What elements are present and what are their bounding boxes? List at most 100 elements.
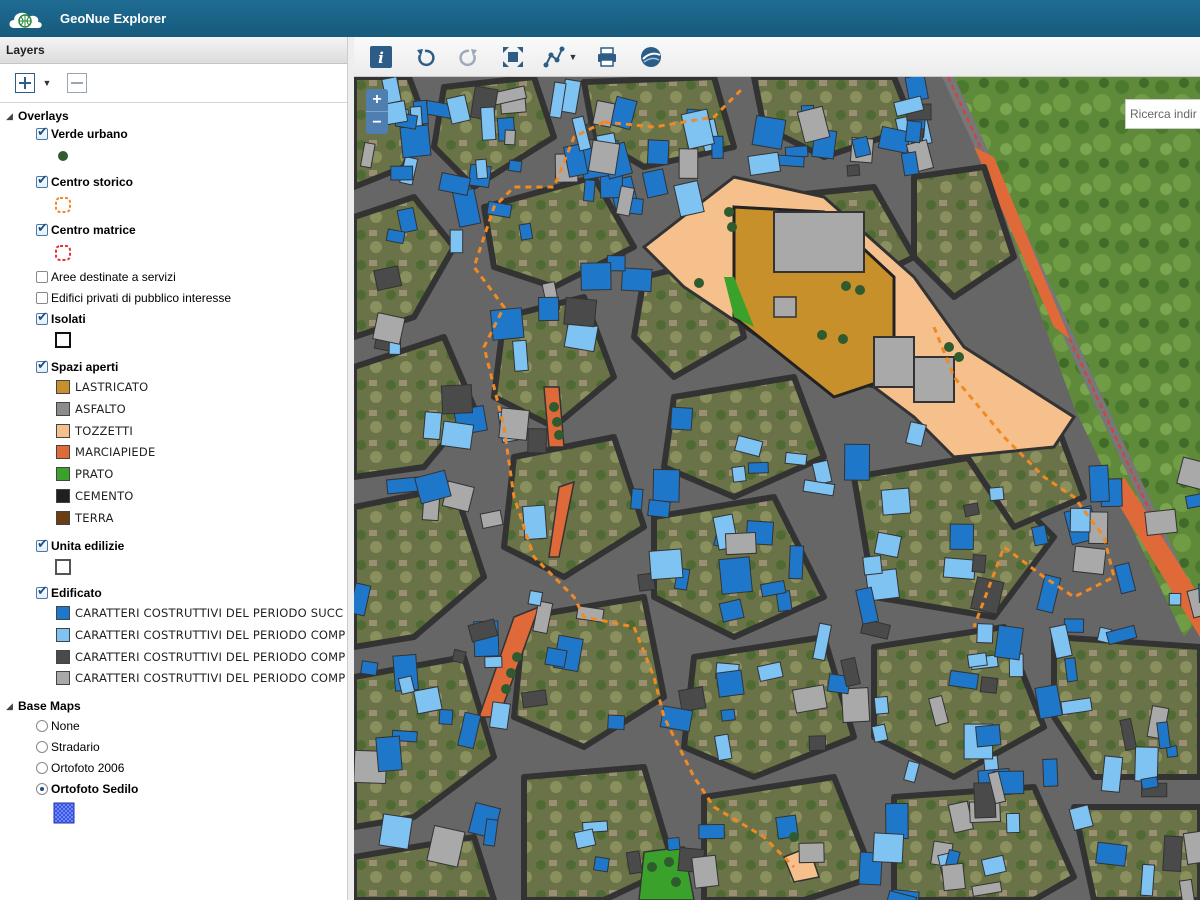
- building-polygon[interactable]: [390, 165, 414, 181]
- google-earth-button[interactable]: [636, 42, 666, 72]
- building-polygon[interactable]: [1031, 524, 1049, 547]
- building-polygon[interactable]: [413, 686, 443, 715]
- building-polygon[interactable]: [871, 723, 889, 743]
- layer-item-spazi-aperti[interactable]: Spazi aperti: [36, 358, 118, 374]
- building-polygon[interactable]: [372, 312, 406, 345]
- building-polygon[interactable]: [652, 468, 681, 503]
- building-polygon[interactable]: [582, 179, 596, 202]
- building-polygon[interactable]: [480, 106, 497, 141]
- layer-checkbox[interactable]: [36, 584, 48, 599]
- building-polygon[interactable]: [573, 828, 597, 850]
- expand-triangle-icon[interactable]: ◢: [6, 701, 18, 712]
- building-polygon[interactable]: [659, 705, 694, 733]
- building-polygon[interactable]: [1134, 746, 1159, 783]
- building-polygon[interactable]: [872, 832, 905, 864]
- layer-checkbox[interactable]: [36, 271, 48, 283]
- building-polygon[interactable]: [1140, 863, 1156, 897]
- layer-item-isolati[interactable]: Isolati: [36, 310, 86, 326]
- building-polygon[interactable]: [698, 823, 725, 840]
- basemap-item-stradario[interactable]: Stradario: [36, 740, 100, 754]
- building-polygon[interactable]: [1100, 755, 1124, 793]
- layer-checkbox[interactable]: [36, 310, 48, 325]
- layer-item-edificato[interactable]: Edificato: [36, 584, 102, 600]
- building-polygon[interactable]: [484, 655, 503, 669]
- building-polygon[interactable]: [666, 836, 681, 851]
- building-polygon[interactable]: [880, 487, 912, 516]
- basemap-radio[interactable]: [36, 741, 48, 753]
- layer-checkbox[interactable]: [36, 221, 48, 236]
- building-polygon[interactable]: [669, 406, 694, 431]
- building-polygon[interactable]: [873, 695, 890, 715]
- layer-item-edifici-privati[interactable]: Edifici privati di pubblico interesse: [36, 291, 231, 305]
- building-polygon[interactable]: [648, 548, 684, 581]
- building-polygon[interactable]: [784, 451, 808, 466]
- layer-checkbox[interactable]: [36, 173, 48, 188]
- building-polygon[interactable]: [900, 151, 920, 177]
- building-polygon[interactable]: [1095, 841, 1128, 867]
- map-canvas[interactable]: [354, 77, 1200, 900]
- print-button[interactable]: [592, 42, 622, 72]
- building-polygon[interactable]: [647, 499, 671, 519]
- building-polygon[interactable]: [512, 339, 529, 372]
- building-polygon[interactable]: [607, 714, 626, 731]
- building-polygon[interactable]: [988, 486, 1005, 502]
- building-polygon[interactable]: [488, 701, 511, 730]
- basemap-radio[interactable]: [36, 783, 48, 795]
- building-polygon[interactable]: [593, 856, 610, 873]
- building-polygon[interactable]: [475, 158, 489, 180]
- add-layer-button[interactable]: [14, 72, 36, 94]
- building-polygon[interactable]: [677, 686, 707, 713]
- building-polygon[interactable]: [966, 652, 988, 669]
- building-polygon[interactable]: [873, 531, 903, 559]
- building-polygon[interactable]: [751, 114, 787, 150]
- building-polygon[interactable]: [1005, 812, 1021, 834]
- building-polygon[interactable]: [846, 164, 861, 177]
- building-polygon[interactable]: [962, 502, 981, 518]
- building-polygon[interactable]: [620, 267, 653, 293]
- layer-item-verde-urbano[interactable]: Verde urbano: [36, 125, 128, 141]
- building-polygon[interactable]: [587, 139, 621, 176]
- layer-checkbox[interactable]: [36, 358, 48, 373]
- building-polygon[interactable]: [942, 557, 977, 580]
- building-polygon[interactable]: [375, 735, 403, 773]
- expand-triangle-icon[interactable]: ◢: [6, 111, 18, 122]
- building-polygon[interactable]: [451, 648, 467, 665]
- layer-checkbox[interactable]: [36, 537, 48, 552]
- identify-button[interactable]: i: [366, 42, 396, 72]
- building-polygon[interactable]: [718, 556, 753, 595]
- building-polygon[interactable]: [440, 384, 474, 415]
- building-polygon[interactable]: [678, 148, 699, 179]
- building-polygon[interactable]: [720, 708, 736, 722]
- building-polygon[interactable]: [520, 689, 548, 709]
- building-polygon[interactable]: [518, 222, 534, 241]
- zoom-out-button[interactable]: −: [366, 112, 388, 134]
- building-polygon[interactable]: [544, 646, 568, 669]
- building-polygon[interactable]: [904, 120, 923, 144]
- building-polygon[interactable]: [1140, 776, 1159, 790]
- basemap-radio[interactable]: [36, 762, 48, 774]
- building-polygon[interactable]: [791, 684, 828, 714]
- building-polygon[interactable]: [747, 461, 769, 474]
- basemap-item-ortofoto-2006[interactable]: Ortofoto 2006: [36, 761, 124, 775]
- building-polygon[interactable]: [724, 531, 757, 556]
- add-layer-dropdown-button[interactable]: ▼: [42, 72, 52, 94]
- building-polygon[interactable]: [1072, 545, 1107, 576]
- building-polygon[interactable]: [1168, 592, 1182, 606]
- map-view[interactable]: + − Ricerca indir: [354, 77, 1200, 900]
- building-polygon[interactable]: [360, 660, 379, 677]
- building-polygon[interactable]: [646, 139, 670, 166]
- building-polygon[interactable]: [563, 296, 598, 328]
- redo-button[interactable]: [454, 42, 484, 72]
- building-polygon[interactable]: [948, 669, 980, 690]
- zoom-extent-button[interactable]: [498, 42, 528, 72]
- building-polygon[interactable]: [1042, 758, 1059, 787]
- building-polygon[interactable]: [378, 813, 414, 850]
- building-polygon[interactable]: [625, 850, 643, 875]
- building-polygon[interactable]: [438, 708, 454, 726]
- building-polygon[interactable]: [971, 554, 987, 574]
- building-polygon[interactable]: [788, 545, 805, 580]
- panel-splitter[interactable]: [347, 37, 354, 900]
- base-maps-group[interactable]: ◢ Base Maps: [6, 699, 81, 713]
- building-polygon[interactable]: [1144, 508, 1178, 537]
- building-polygon[interactable]: [747, 151, 782, 176]
